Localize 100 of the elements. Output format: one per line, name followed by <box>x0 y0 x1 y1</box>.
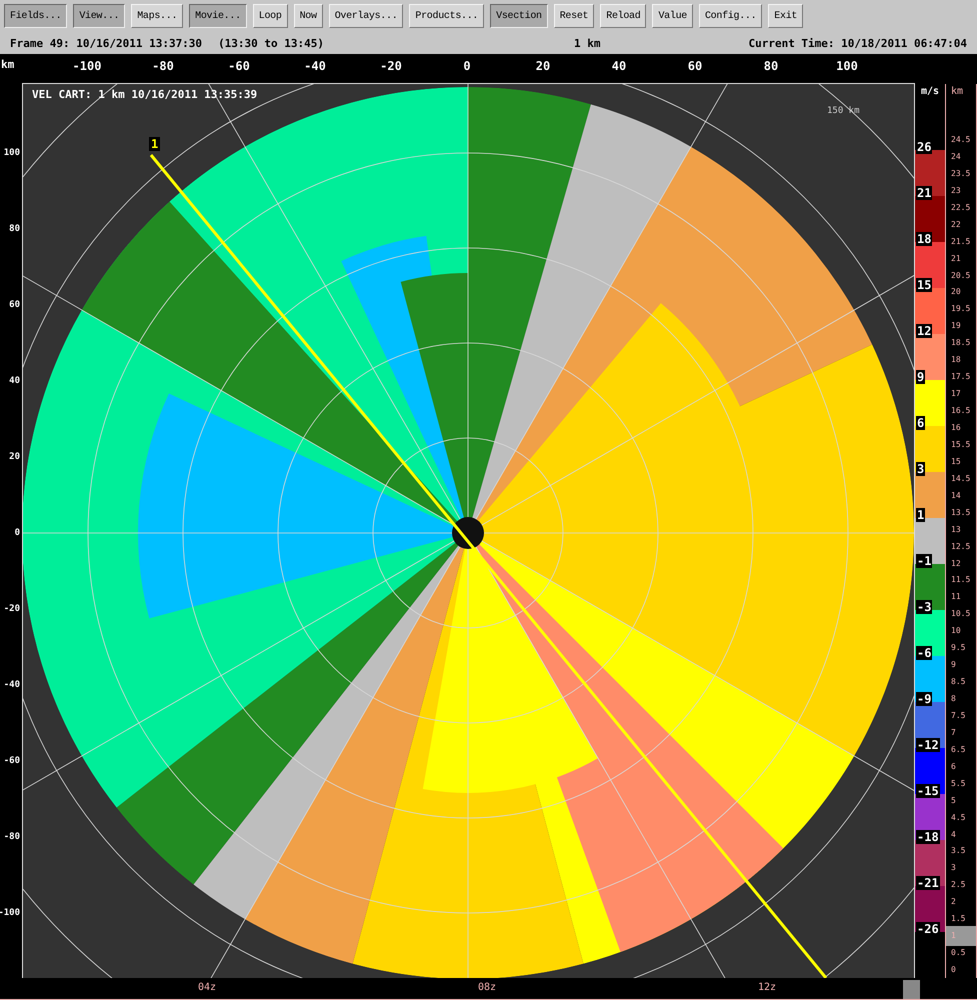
legend-value: -12 <box>916 738 940 752</box>
height-tick-label: 18 <box>950 354 961 366</box>
time-tick-label: 08z <box>478 982 496 993</box>
legend-value: -15 <box>916 784 940 798</box>
axis-tick-label: 60 <box>688 59 702 73</box>
height-tick-label: 12.5 <box>950 540 970 553</box>
legend-value: 15 <box>916 278 932 292</box>
legend-value: -21 <box>916 876 940 890</box>
height-tick-label: 16 <box>950 422 961 434</box>
height-tick-label: 4 <box>950 828 956 841</box>
height-tick-label: 20.5 <box>950 270 970 282</box>
height-tick-label: 6.5 <box>950 744 966 756</box>
range-ring-label: 150 km <box>827 106 860 116</box>
axis-tick-label: 40 <box>9 376 20 386</box>
height-tick-label: 10.5 <box>950 608 970 620</box>
legend-value: -26 <box>916 922 940 936</box>
legend-value: -3 <box>916 600 932 614</box>
axis-tick-label: 0 <box>14 528 20 538</box>
height-tick-label: 1.5 <box>950 913 966 926</box>
resolution-label: 1 km <box>574 36 601 50</box>
height-tick-label: 3 <box>950 862 956 874</box>
legend-unit: m/s <box>920 85 940 97</box>
axis-tick-label: 100 <box>4 148 20 158</box>
axis-tick-label: 20 <box>536 59 550 73</box>
axis-tick-label: 0 <box>463 59 471 73</box>
current-time: Current Time: 10/18/2011 06:47:04 <box>748 36 967 50</box>
axis-tick-label: 20 <box>9 452 20 462</box>
height-tick-label: 6 <box>950 760 956 773</box>
height-tick-label: 0.5 <box>950 947 966 960</box>
toolbar-button[interactable]: Overlays... <box>328 4 404 28</box>
legend-value: 1 <box>916 508 926 522</box>
toolbar-button[interactable]: Exit <box>768 4 804 28</box>
height-tick-label: 7 <box>950 726 956 739</box>
legend-value: 9 <box>916 370 926 384</box>
height-tick-label: 2 <box>950 896 956 908</box>
height-tick-label: 14.5 <box>950 472 970 485</box>
axis-tick-label: -60 <box>4 756 20 766</box>
height-scale-unit: km <box>950 85 964 97</box>
axis-tick-label: -80 <box>4 832 20 842</box>
toolbar-button[interactable]: View... <box>73 4 126 28</box>
height-tick-label: 0 <box>950 964 956 976</box>
height-tick-label: 22.5 <box>950 202 970 214</box>
axis-tick-label: -20 <box>380 59 402 73</box>
legend-value: 21 <box>916 186 932 200</box>
height-tick-label: 23.5 <box>950 168 970 180</box>
toolbar-button[interactable]: Value <box>652 4 693 28</box>
frame-time-range: (13:30 to 13:45) <box>218 36 324 50</box>
toolbar-button[interactable]: Config... <box>698 4 762 28</box>
toolbar-button[interactable]: Movie... <box>189 4 247 28</box>
height-tick-label: 2.5 <box>950 879 966 892</box>
height-tick-label: 24 <box>950 150 961 163</box>
axis-tick-label: -60 <box>228 59 250 73</box>
legend-value: 12 <box>916 324 932 338</box>
axis-tick-label: 60 <box>9 300 20 310</box>
legend-value: 6 <box>916 416 926 430</box>
toolbar-button[interactable]: Reload <box>600 4 646 28</box>
toolbar-button[interactable]: Maps... <box>131 4 184 28</box>
height-tick-label: 19.5 <box>950 303 970 316</box>
height-tick-label: 9 <box>950 659 956 672</box>
axis-tick-label: -100 <box>0 908 20 918</box>
height-tick-label: 13.5 <box>950 506 970 519</box>
axis-tick-label: 100 <box>836 59 858 73</box>
legend-value: -9 <box>916 692 932 706</box>
height-tick-label: 22 <box>950 218 961 231</box>
time-slider-thumb[interactable] <box>903 980 920 999</box>
toolbar-button[interactable]: Vsection <box>490 4 548 28</box>
axis-tick-label: -40 <box>304 59 326 73</box>
axis-tick-label: -80 <box>152 59 174 73</box>
height-tick-label: 21.5 <box>950 236 970 248</box>
axis-tick-label: -20 <box>4 604 20 614</box>
legend-value: 26 <box>916 140 932 154</box>
height-tick-label: 17.5 <box>950 371 970 384</box>
height-tick-label: 3.5 <box>950 845 966 858</box>
toolbar-button[interactable]: Loop <box>252 4 288 28</box>
axis-tick-label: 40 <box>612 59 626 73</box>
axis-tick-label: -100 <box>72 59 102 73</box>
height-tick-label: 23 <box>950 184 961 197</box>
axis-tick-label: -40 <box>4 680 20 690</box>
height-tick-label: 19 <box>950 320 961 332</box>
height-tick-label: 12 <box>950 558 961 570</box>
height-tick-label: 17 <box>950 388 961 400</box>
toolbar-button[interactable]: Fields... <box>4 4 68 28</box>
legend-value: 3 <box>916 462 926 476</box>
height-tick-label: 15.5 <box>950 438 970 451</box>
height-tick-label: 20 <box>950 286 961 298</box>
height-tick-label: 21 <box>950 252 961 265</box>
axis-unit-label: km <box>0 57 16 73</box>
height-tick-label: 13 <box>950 524 961 536</box>
frame-time: Frame 49: 10/16/2011 13:37:30 <box>10 36 202 50</box>
height-tick-label: 1 <box>950 930 956 942</box>
time-tick-label: 12z <box>758 982 776 993</box>
axis-tick-label: 80 <box>764 59 778 73</box>
height-tick-label: 4.5 <box>950 812 966 824</box>
axis-tick-label: 80 <box>9 224 20 234</box>
height-tick-label: 10 <box>950 625 961 638</box>
toolbar-button[interactable]: Now <box>294 4 323 28</box>
toolbar-button[interactable]: Products... <box>409 4 484 28</box>
height-tick-label: 15 <box>950 456 961 468</box>
height-tick-label: 8 <box>950 693 956 706</box>
toolbar-button[interactable]: Reset <box>554 4 594 28</box>
